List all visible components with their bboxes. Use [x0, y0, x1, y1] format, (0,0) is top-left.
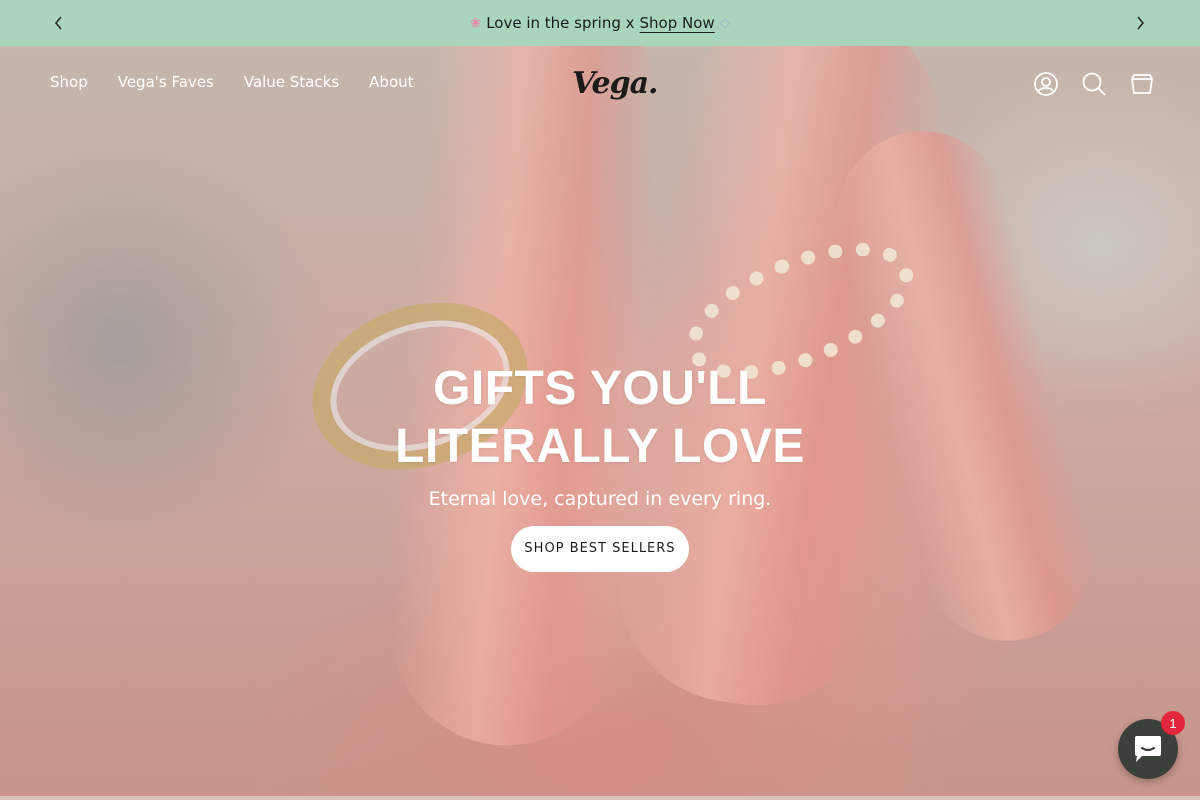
hero-content: GIFTS YOU'LL LITERALLY LOVE Eternal love…	[300, 360, 900, 572]
cart-button[interactable]	[1128, 70, 1156, 98]
nav-item-value-stacks[interactable]: Value Stacks	[244, 73, 339, 91]
cart-icon	[1131, 74, 1153, 94]
announcement-message: ❀ Love in the spring x Shop Now ◇	[470, 14, 729, 32]
hero-subtitle: Eternal love, captured in every ring.	[428, 488, 772, 510]
nav-item-shop[interactable]: Shop	[50, 73, 88, 91]
main-nav: Shop Vega's Faves Value Stacks About	[50, 73, 414, 91]
chevron-right-icon	[1137, 16, 1145, 30]
announcement-text: Love in the spring x	[486, 14, 635, 32]
announcement-bar: ❀ Love in the spring x Shop Now ◇	[0, 0, 1200, 46]
announcement-shop-link[interactable]: Shop Now	[640, 14, 715, 32]
site-logo[interactable]: Vega.	[572, 66, 658, 102]
nav-item-about[interactable]: About	[369, 73, 413, 91]
chat-icon	[1135, 736, 1161, 762]
nav-item-vegas-faves[interactable]: Vega's Faves	[118, 73, 214, 91]
ring-icon: ◇	[719, 15, 730, 31]
chat-notification-badge: 1	[1161, 711, 1185, 735]
account-icon	[1034, 72, 1058, 96]
chevron-left-icon	[54, 16, 62, 30]
search-button[interactable]	[1080, 70, 1108, 98]
hero-title: GIFTS YOU'LL LITERALLY LOVE	[300, 360, 900, 476]
announcement-next-button[interactable]	[1128, 11, 1152, 35]
search-icon	[1082, 72, 1106, 96]
shop-best-sellers-button[interactable]: SHOP BEST SELLERS	[511, 526, 689, 572]
account-button[interactable]	[1032, 70, 1060, 98]
hero-title-line-2: LITERALLY LOVE	[395, 420, 805, 473]
header-actions	[1032, 70, 1156, 98]
announcement-prev-button[interactable]	[47, 11, 71, 35]
cherry-blossom-icon: ❀	[470, 15, 482, 31]
hero-title-line-1: GIFTS YOU'LL	[433, 362, 767, 415]
